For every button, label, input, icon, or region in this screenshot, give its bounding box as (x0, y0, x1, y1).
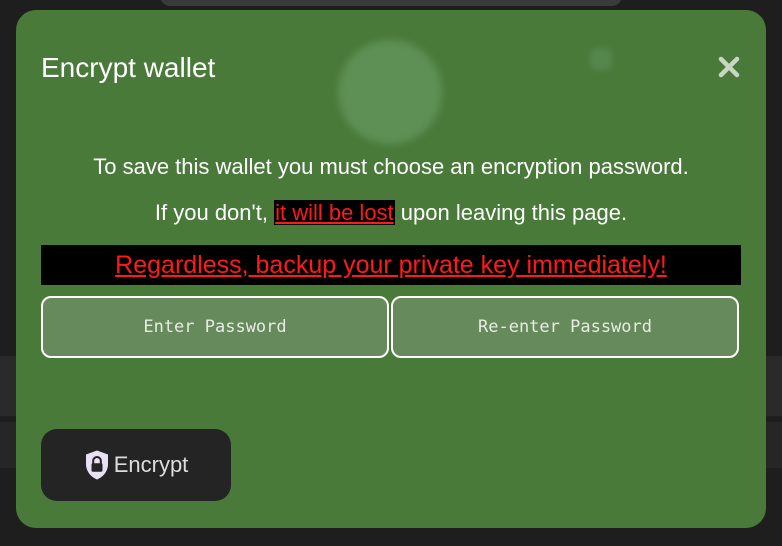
loss-warning-line: If you don't, it will be lost upon leavi… (16, 200, 766, 226)
close-icon (718, 56, 740, 78)
encrypt-button[interactable]: Encrypt (41, 429, 231, 501)
backup-warning-banner: Regardless, backup your private key imme… (41, 245, 741, 285)
close-button[interactable] (714, 52, 744, 82)
confirm-password-input[interactable] (391, 296, 739, 358)
background-icon-blur (590, 48, 612, 70)
encryption-instruction: To save this wallet you must choose an e… (93, 154, 689, 179)
background-top-bar (160, 0, 622, 6)
loss-warning-emphasis: it will be lost (274, 200, 395, 225)
encrypt-wallet-modal: Encrypt wallet To save this wallet you m… (16, 10, 766, 528)
backup-warning-text: Regardless, backup your private key imme… (115, 250, 667, 279)
loss-warning-prefix: If you don't, (154, 200, 275, 225)
shield-lock-icon (85, 450, 108, 480)
password-input[interactable] (41, 296, 389, 358)
loss-warning-suffix: upon leaving this page. (394, 200, 628, 225)
encrypt-button-label: Encrypt (113, 452, 189, 477)
background-avatar-blur (338, 40, 442, 144)
modal-title: Encrypt wallet (41, 52, 216, 83)
